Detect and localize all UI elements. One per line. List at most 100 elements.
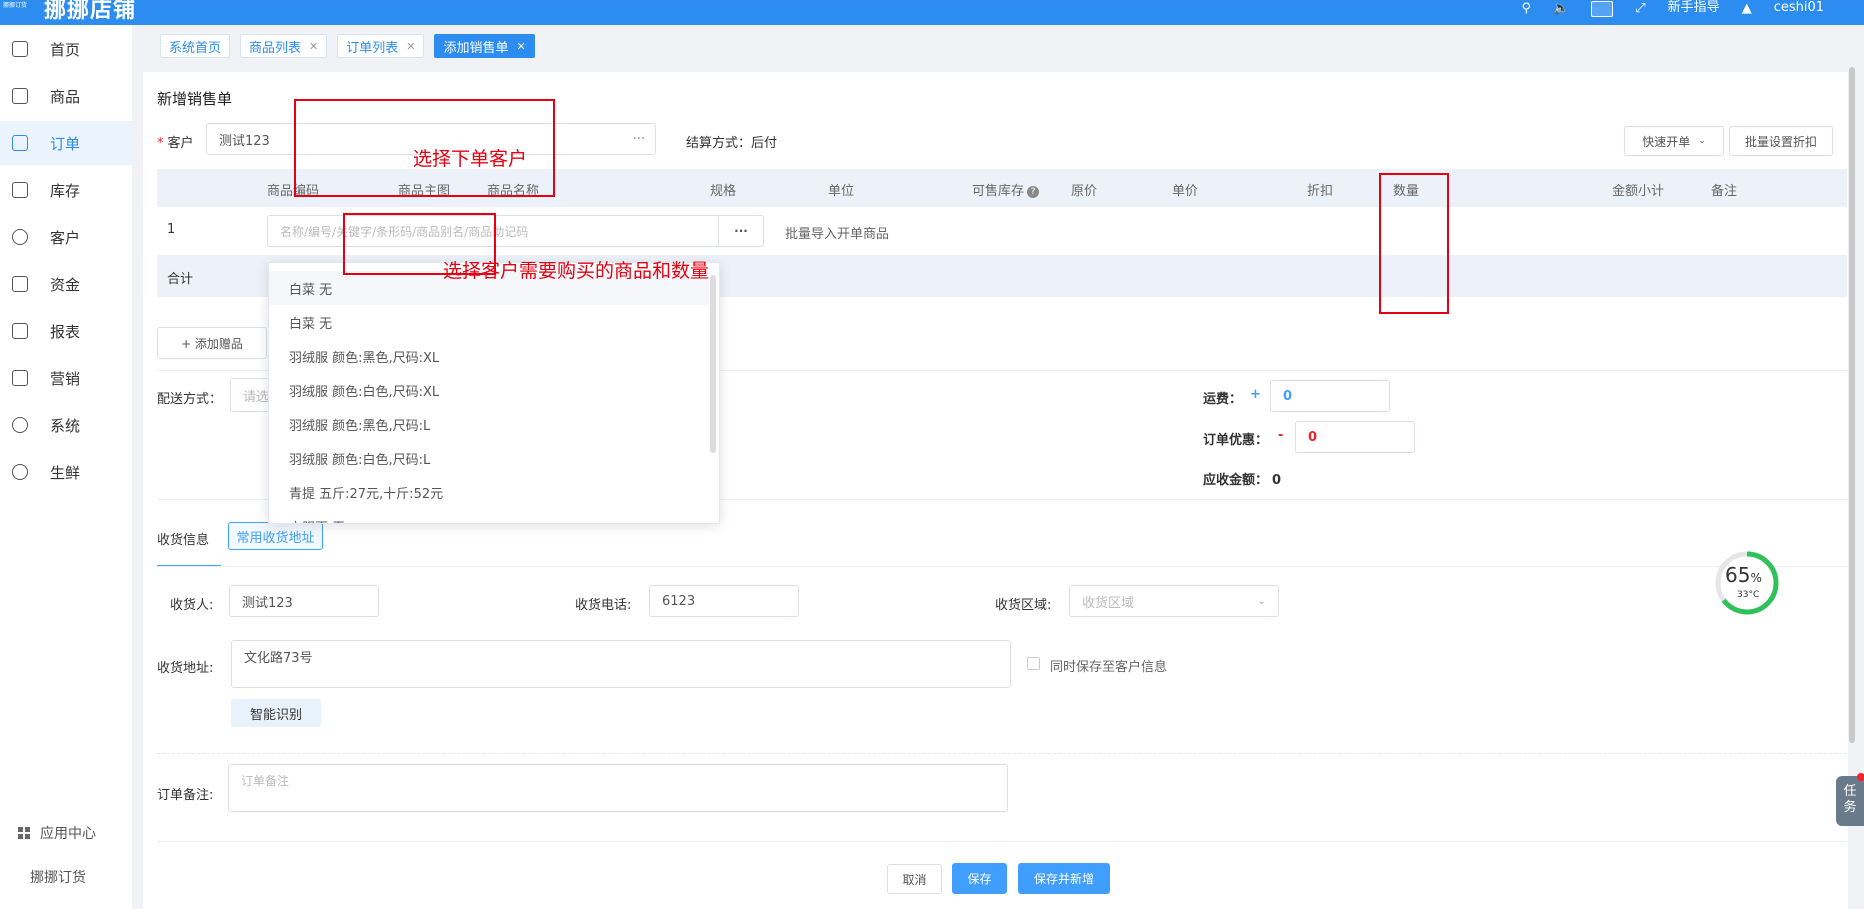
sidebar-item-fresh[interactable]: 生鲜: [0, 450, 132, 494]
delivery-label: 配送方式：: [157, 392, 223, 407]
gauge-temp: 33°C: [1737, 590, 1760, 600]
customer-label: * 客户: [157, 136, 194, 151]
page-tabs: 系统首页 商品列表 ✕ 订单列表 ✕ 添加销售单 ✕: [160, 34, 535, 60]
total-label: 合计: [167, 272, 194, 287]
dropdown-option[interactable]: 青提 五斤:27元,十斤:52元: [269, 475, 709, 509]
order-discount-input[interactable]: 0: [1295, 421, 1415, 453]
col-spec: 规格: [710, 184, 737, 199]
gear-icon: [12, 417, 28, 433]
divider: [157, 753, 1847, 754]
screen-icon[interactable]: [1591, 0, 1614, 17]
bell-icon[interactable]: ▲: [1742, 2, 1752, 15]
gauge-percent: 65%: [1725, 563, 1762, 587]
receiver-name-input[interactable]: 测试123: [229, 585, 379, 617]
add-gift-button[interactable]: + 添加赠品: [157, 327, 267, 359]
common-address-button[interactable]: 常用收货地址: [228, 522, 323, 550]
app-sub-link[interactable]: 挪挪订货: [30, 867, 86, 887]
sidebar-item-products[interactable]: 商品: [0, 74, 132, 118]
annotation-box-quantity: [1379, 173, 1449, 314]
divider: [157, 841, 1847, 842]
user-icon: [12, 229, 28, 245]
logo: 挪挪订货: [3, 2, 28, 9]
help-icon: ?: [1027, 186, 1040, 198]
batch-discount-button[interactable]: 批量设置折扣: [1729, 126, 1833, 156]
cancel-button[interactable]: 取消: [887, 864, 942, 894]
wallet-icon: [12, 276, 28, 292]
sidebar-item-inventory[interactable]: 库存: [0, 168, 132, 212]
brand-title: 挪挪店铺: [44, 0, 137, 23]
top-toolbar: ⚲ 🔈 ⤢ 新手指导 ▲ ceshi01: [1522, 0, 1824, 25]
freight-label: 运费：: [1203, 392, 1243, 407]
tab-receiver-info[interactable]: 收货信息: [157, 529, 209, 548]
batch-import-link[interactable]: 批量导入开单商品: [785, 223, 889, 242]
save-and-new-button[interactable]: 保存并新增: [1018, 863, 1110, 894]
sidebar-item-reports[interactable]: 报表: [0, 309, 132, 353]
sidebar-item-system[interactable]: 系统: [0, 403, 132, 447]
col-original-price: 原价: [1071, 184, 1098, 199]
receiver-area-select[interactable]: 收货区域 ⌄: [1069, 585, 1279, 617]
save-button[interactable]: 保存: [952, 863, 1007, 894]
dropdown-option[interactable]: 衣服更 无: [269, 509, 709, 524]
sidebar-item-marketing[interactable]: 营销: [0, 356, 132, 400]
grid-icon: [18, 827, 30, 839]
store-icon: [12, 182, 28, 198]
remark-input[interactable]: 订单备注: [228, 764, 1008, 812]
sidebar-item-funds[interactable]: 资金: [0, 262, 132, 306]
divider: [157, 566, 1847, 567]
close-icon[interactable]: ✕: [517, 40, 526, 53]
task-button[interactable]: 任务: [1836, 773, 1864, 826]
receiver-name-label: 收货人:: [170, 598, 214, 613]
receivable-label: 应收金额： 0: [1203, 473, 1282, 488]
tab-product-list[interactable]: 商品列表 ✕: [240, 34, 328, 58]
user-name[interactable]: ceshi01: [1774, 1, 1824, 14]
settle-method: 结算方式：后付: [686, 136, 778, 151]
receiver-address-input[interactable]: 文化路73号: [231, 640, 1011, 688]
guide-link[interactable]: 新手指导: [1668, 1, 1720, 14]
app-center-link[interactable]: 应用中心: [18, 823, 96, 843]
freight-input[interactable]: 0: [1270, 380, 1390, 412]
chevron-down-icon: ⌄: [1257, 595, 1266, 607]
col-unit-price: 单价: [1172, 184, 1199, 199]
save-to-customer-checkbox[interactable]: [1027, 657, 1040, 670]
discount-label: 订单优惠：: [1203, 433, 1269, 448]
receiver-phone-label: 收货电话:: [575, 598, 632, 613]
col-remark: 备注: [1711, 184, 1738, 199]
tab-add-sales-order[interactable]: 添加销售单 ✕: [434, 34, 535, 58]
minus-sign: -: [1278, 428, 1284, 443]
dropdown-option[interactable]: 羽绒服 颜色:黑色,尺码:L: [269, 407, 709, 441]
close-icon[interactable]: ✕: [309, 40, 318, 53]
dropdown-option[interactable]: 羽绒服 颜色:白色,尺码:L: [269, 441, 709, 475]
remark-label: 订单备注:: [157, 788, 214, 803]
col-discount: 折扣: [1307, 184, 1334, 199]
annotation-product-note: 选择客户需要购买的商品和数量: [443, 260, 710, 282]
dropdown-option[interactable]: 白菜 无: [269, 305, 709, 339]
sidebar-item-orders[interactable]: 订单: [0, 121, 132, 165]
performance-gauge[interactable]: 65% 33°C: [1715, 549, 1779, 617]
tab-order-list[interactable]: 订单列表 ✕: [337, 34, 425, 58]
fullscreen-icon[interactable]: ⤢: [1635, 2, 1645, 15]
page-scrollbar[interactable]: [1849, 67, 1855, 743]
col-subtotal: 金额小计: [1612, 184, 1665, 199]
sidebar-item-home[interactable]: 首页: [0, 27, 132, 71]
receiver-address-label: 收货地址:: [157, 661, 214, 676]
dropdown-scrollbar[interactable]: [710, 275, 716, 453]
smart-recognize-button[interactable]: 智能识别: [231, 699, 321, 727]
tab-home[interactable]: 系统首页: [160, 34, 231, 58]
product-more-button[interactable]: ···: [718, 215, 764, 247]
top-bar: 挪挪订货 挪挪店铺 ⚲ 🔈 ⤢ 新手指导 ▲ ceshi01: [0, 0, 1864, 25]
bowl-icon: [12, 464, 28, 480]
search-icon[interactable]: ⚲: [1522, 2, 1532, 15]
dropdown-option[interactable]: 羽绒服 颜色:黑色,尺码:XL: [269, 339, 709, 373]
quick-order-button[interactable]: 快速开单 ⌄: [1624, 126, 1724, 156]
sidebar-item-customers[interactable]: 客户: [0, 215, 132, 259]
row-index: 1: [167, 222, 176, 237]
more-icon[interactable]: ···: [633, 132, 645, 147]
document-icon: [12, 135, 28, 151]
receiver-phone-input[interactable]: 6123: [649, 585, 799, 617]
bag-icon: [12, 88, 28, 104]
save-to-customer-label[interactable]: 同时保存至客户信息: [1050, 656, 1167, 675]
mute-icon[interactable]: 🔈: [1553, 2, 1569, 15]
close-icon[interactable]: ✕: [406, 40, 415, 53]
receiver-area-label: 收货区域:: [995, 598, 1052, 613]
dropdown-option[interactable]: 羽绒服 颜色:白色,尺码:XL: [269, 373, 709, 407]
